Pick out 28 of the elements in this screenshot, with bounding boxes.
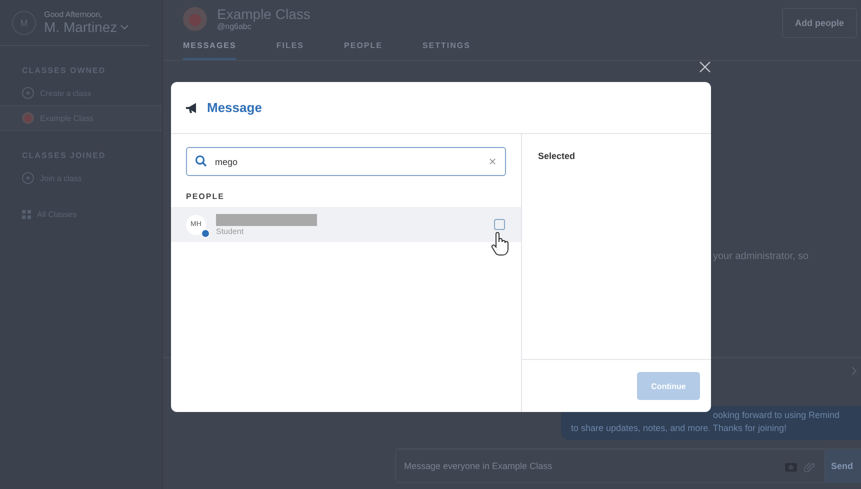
message-field[interactable]: Message everyone in Example Class <box>395 449 825 483</box>
chevron-icon <box>851 366 857 376</box>
tab[interactable]: FILES <box>276 37 304 60</box>
role-badge <box>201 228 210 238</box>
pointer-hand-icon <box>489 231 511 257</box>
section-heading: PEOPLE <box>185 191 226 203</box>
plus-icon <box>22 172 34 184</box>
checkbox[interactable] <box>494 219 505 230</box>
search-field[interactable]: mego <box>186 147 506 176</box>
add-people-button[interactable]: Add people <box>782 8 857 38</box>
clear-icon <box>489 158 496 165</box>
caret-icon <box>120 24 130 30</box>
paperclip-icon <box>804 461 815 472</box>
message-bubble: ooking forward to using Remind to share updates, notes, and more. Thanks for joining! <box>561 406 861 440</box>
tab[interactable]: MESSAGES <box>183 37 236 60</box>
person-role: Student <box>216 226 245 236</box>
greeting-text: Good Afternoon, <box>44 10 104 19</box>
selected-heading: Selected <box>537 150 576 163</box>
tab[interactable]: PEOPLE <box>344 37 382 60</box>
tab[interactable]: SETTINGS <box>422 37 470 60</box>
megaphone-icon <box>185 102 199 114</box>
search-icon <box>195 155 207 167</box>
grid-icon <box>22 210 31 219</box>
close-icon <box>699 61 711 73</box>
dialog-title: Message <box>207 100 262 115</box>
send-button[interactable]: Send <box>825 449 861 483</box>
class-code: @ng6abc <box>217 22 252 31</box>
plus-icon <box>22 87 34 99</box>
